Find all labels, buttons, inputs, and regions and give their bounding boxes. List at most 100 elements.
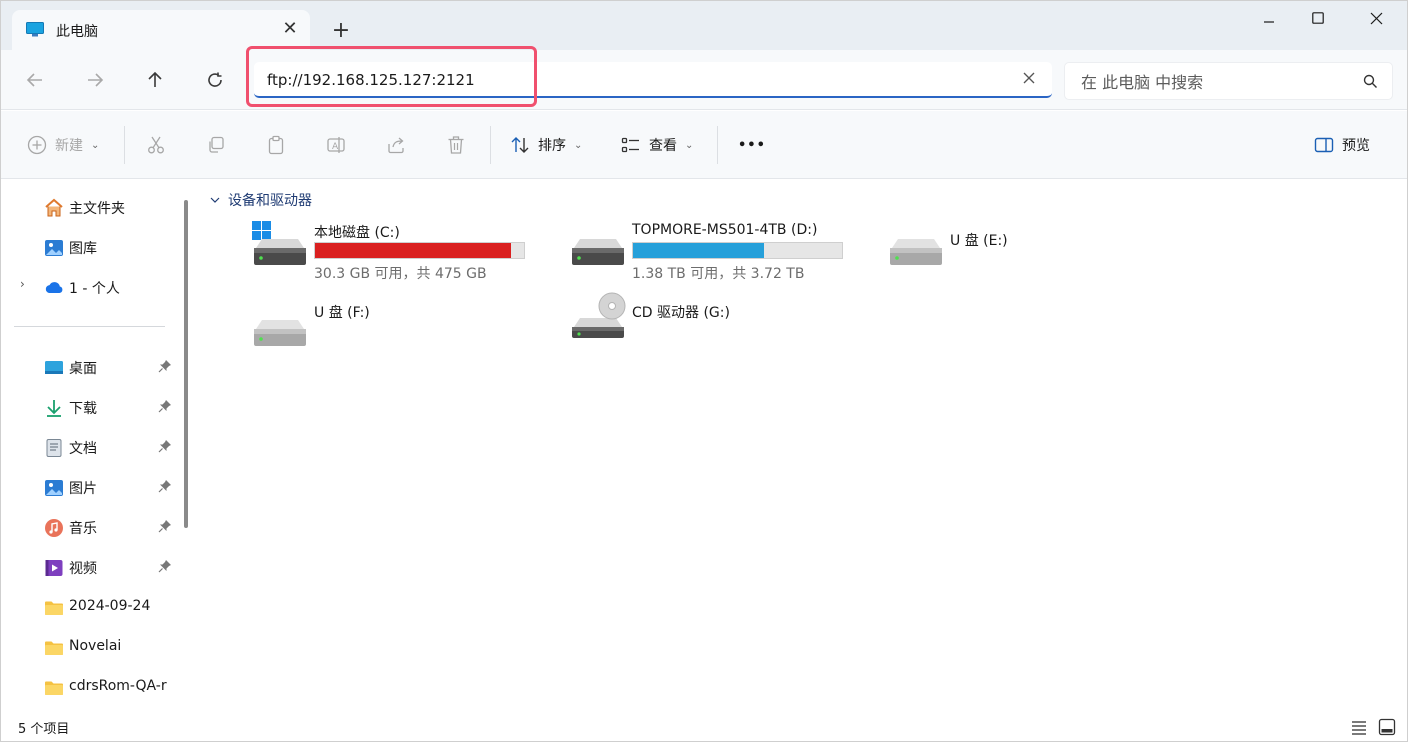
cut-button[interactable] [146,131,166,159]
sort-button[interactable]: 排序 ⌄ [510,131,582,159]
search-box[interactable] [1064,62,1393,100]
sidebar-item-downloads[interactable]: 下载 [20,393,180,421]
list-view-icon [1352,721,1366,735]
sidebar-item-desktop[interactable]: 桌面 [20,353,180,381]
sidebar-scrollbar[interactable] [184,200,188,528]
refresh-icon [208,72,222,87]
status-bar: 5 个项目 [0,712,1408,742]
arrow-up-icon [148,71,162,87]
pin-icon[interactable] [158,399,172,413]
sidebar-item-label: cdrsRom-QA-r [69,678,167,694]
sidebar-item-videos[interactable]: 视频 [20,553,180,581]
search-input[interactable] [1081,70,1351,94]
drive-name: 本地磁盘 (C:) [314,225,400,241]
tiles-view-button[interactable] [1378,718,1396,736]
drive-e[interactable]: U 盘 (E:) [888,230,1088,294]
clear-address-icon[interactable] [1022,71,1038,87]
sidebar-item-pictures[interactable]: 图片 [20,473,180,501]
sidebar-item-documents[interactable]: 文档 [20,433,180,461]
trash-icon [448,136,464,154]
drive-free-space: 1.38 TB 可用，共 3.72 TB [632,266,805,282]
scissors-icon [148,136,164,154]
pin-icon[interactable] [158,359,172,373]
chevron-down-icon: ⌄ [685,139,694,151]
new-button[interactable]: 新建 ⌄ [27,131,99,159]
more-options-button[interactable]: ••• [738,131,766,159]
delete-button[interactable] [446,131,466,159]
clipboard-icon [268,135,284,155]
maximize-button[interactable] [1295,4,1341,34]
sidebar-item-gallery[interactable]: 图库 [20,233,180,261]
svg-text:A: A [332,142,339,152]
drive-usage-fill [633,243,765,258]
sidebar-item-label: 2024-09-24 [69,598,151,614]
drive-d[interactable]: TOPMORE-MS501-4TB (D:) 1.38 TB 可用，共 3.72… [570,220,860,284]
music-icon [44,518,64,538]
view-button[interactable]: 查看 ⌄ [621,131,693,159]
rename-button[interactable]: A [326,131,346,159]
preview-pane-icon [1314,137,1334,153]
close-window-button[interactable] [1353,4,1399,34]
sidebar-item-label: 1 - 个人 [69,281,120,297]
drive-c[interactable]: 本地磁盘 (C:) 30.3 GB 可用，共 475 GB [252,220,542,284]
drive-usage-bar [632,242,843,259]
up-button[interactable] [140,65,170,95]
maximize-icon [1312,12,1324,24]
this-pc-icon [26,22,44,37]
desktop-icon [44,358,64,378]
drive-name: U 盘 (F:) [314,305,370,321]
drive-f[interactable]: U 盘 (F:) [252,301,452,365]
chevron-right-icon[interactable]: › [20,277,25,291]
sidebar-item-folder[interactable]: Novelai [20,633,180,661]
sidebar-item-home[interactable]: 主文件夹 [20,193,180,221]
preview-pane-button[interactable]: 预览 [1314,131,1370,159]
close-icon [1370,12,1382,25]
refresh-button[interactable] [200,65,230,95]
onedrive-cloud-icon [44,278,64,298]
sidebar-item-label: 桌面 [69,361,97,377]
sidebar-item-onedrive[interactable]: › 1 - 个人 [20,273,180,301]
minimize-icon [1264,21,1274,23]
address-input[interactable] [267,68,1007,92]
sidebar-item-folder[interactable]: 2024-09-24 [20,593,180,621]
command-bar: 新建 ⌄ A 排序 ⌄ 查看 ⌄ ••• 预览 [0,111,1408,179]
back-button[interactable] [20,65,50,95]
item-count: 5 个项目 [18,722,70,737]
address-bar[interactable] [254,62,1052,98]
share-button[interactable] [386,131,406,159]
sidebar-item-label: 下载 [69,401,97,417]
drive-name: CD 驱动器 (G:) [632,305,730,321]
toolbar-divider [717,126,718,164]
pin-icon[interactable] [158,479,172,493]
forward-button[interactable] [80,65,110,95]
drive-name: TOPMORE-MS501-4TB (D:) [632,222,818,238]
minimize-button[interactable] [1246,4,1292,34]
hard-drive-icon [570,220,626,272]
drive-free-space: 30.3 GB 可用，共 475 GB [314,266,487,282]
tab-this-pc[interactable]: 此电脑 ✕ [12,10,310,51]
sidebar-item-folder[interactable]: cdrsRom-QA-r [20,673,180,701]
new-label: 新建 [55,138,83,154]
sidebar-divider [14,326,165,327]
pin-icon[interactable] [158,559,172,573]
rename-icon: A [327,137,345,153]
tab-close-icon[interactable]: ✕ [280,19,300,39]
paste-button[interactable] [266,131,286,159]
view-list-icon [621,137,639,153]
pin-icon[interactable] [158,519,172,533]
details-view-button[interactable] [1350,718,1368,736]
cd-drive-icon [570,292,626,344]
drive-g[interactable]: CD 驱动器 (G:) [570,292,770,356]
copy-button[interactable] [206,131,226,159]
sidebar-item-label: 图片 [69,481,97,497]
pin-icon[interactable] [158,439,172,453]
chevron-down-icon: ⌄ [91,139,100,151]
search-icon[interactable] [1363,74,1378,93]
devices-group-header[interactable]: 设备和驱动器 [210,190,312,210]
content-pane: 设备和驱动器 本地磁盘 (C:) 30.3 GB 可用，共 475 GB TOP… [196,180,1408,712]
new-tab-button[interactable]: + [328,18,354,44]
home-icon [44,198,64,218]
view-label: 查看 [649,138,677,154]
sidebar-item-music[interactable]: 音乐 [20,513,180,541]
share-icon [388,137,404,154]
